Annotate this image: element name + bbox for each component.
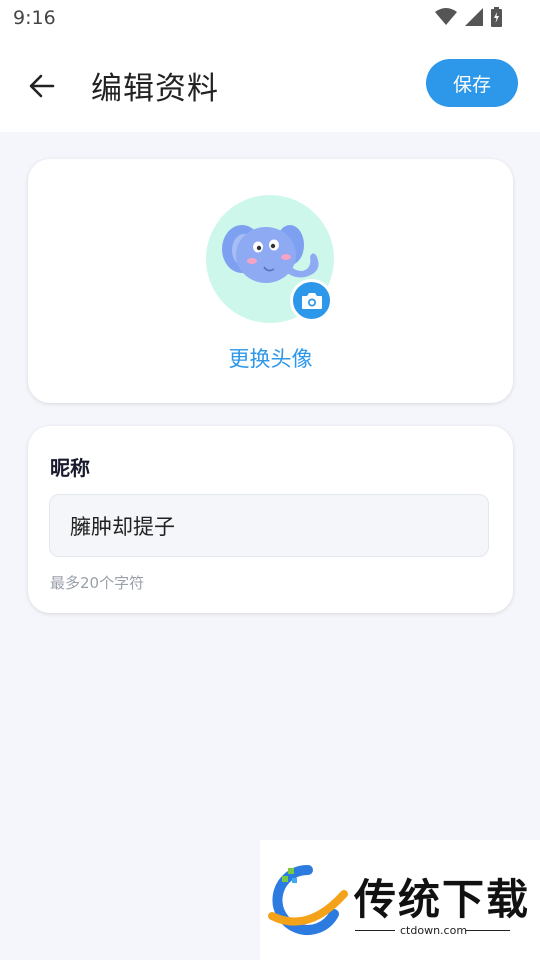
- nickname-hint: 最多20个字符: [50, 574, 145, 592]
- camera-icon: [301, 292, 322, 309]
- watermark-url: ctdown.com: [400, 924, 468, 937]
- back-button[interactable]: [22, 66, 62, 106]
- signal-icon: [465, 8, 483, 26]
- nickname-label: 昵称: [50, 456, 90, 480]
- wifi-icon: [435, 8, 457, 25]
- change-avatar-camera-button[interactable]: [290, 279, 333, 322]
- watermark-brand: 传统下载: [354, 875, 531, 924]
- change-avatar-link[interactable]: 更换头像: [28, 343, 513, 373]
- watermark-divider-right: [466, 930, 510, 931]
- watermark-logo-icon: [268, 864, 348, 935]
- battery-charging-icon: [491, 7, 502, 27]
- save-button[interactable]: 保存: [426, 59, 518, 107]
- nickname-card: 昵称 最多20个字符: [28, 426, 513, 613]
- avatar-wrapper: [206, 195, 334, 323]
- watermark-divider-left: [355, 930, 395, 931]
- nickname-input[interactable]: [49, 494, 489, 557]
- avatar-card: 更换头像: [28, 159, 513, 403]
- page-title: 编辑资料: [91, 71, 219, 107]
- app-bar: 编辑资料 保存: [0, 36, 540, 132]
- status-icons: [435, 7, 502, 27]
- watermark: 传统下载 ctdown.com: [260, 840, 540, 960]
- status-time: 9:16: [13, 7, 56, 29]
- arrow-left-icon: [29, 74, 55, 98]
- status-bar: 9:16: [0, 0, 540, 36]
